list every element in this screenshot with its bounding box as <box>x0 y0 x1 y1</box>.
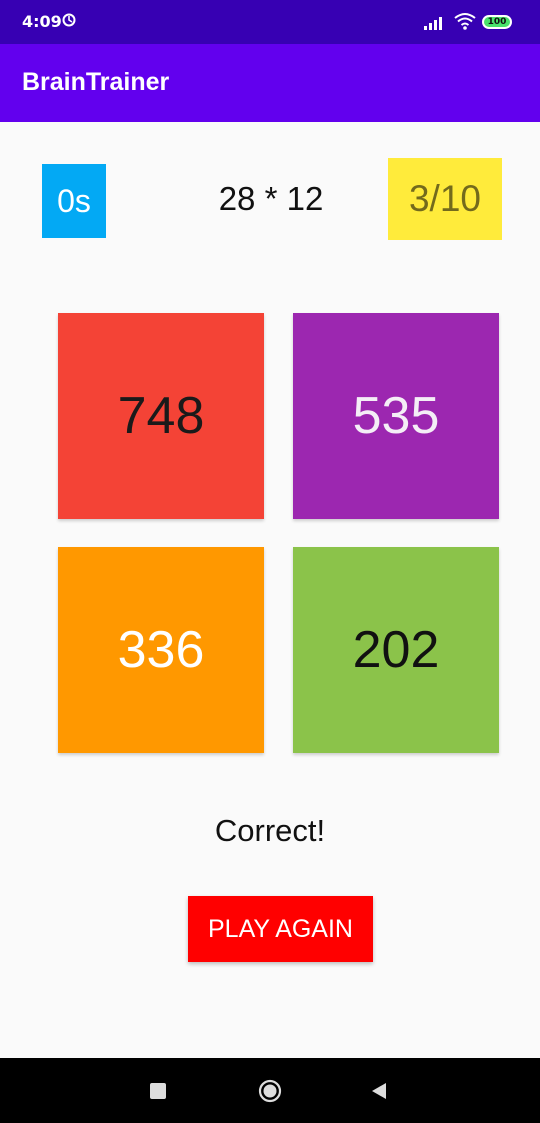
home-icon[interactable] <box>258 1079 282 1103</box>
timer-display: 0s <box>42 164 106 238</box>
answer-button-2[interactable]: 535 <box>293 313 499 519</box>
app-title: BrainTrainer <box>22 68 170 96</box>
answer-button-1[interactable]: 748 <box>58 313 264 519</box>
answer-button-3[interactable]: 336 <box>58 547 264 753</box>
signal-icon <box>424 17 442 30</box>
navigation-bar <box>0 1058 540 1123</box>
answer-button-4[interactable]: 202 <box>293 547 499 753</box>
recent-apps-icon[interactable] <box>150 1083 166 1099</box>
score-display: 3/10 <box>388 158 502 240</box>
wifi-icon <box>454 13 476 30</box>
back-icon[interactable] <box>370 1081 388 1101</box>
play-again-button[interactable]: PLAY AGAIN <box>188 896 373 962</box>
result-text: Correct! <box>214 813 326 848</box>
app-bar: BrainTrainer <box>0 44 540 122</box>
status-time: 4:09 <box>22 12 62 31</box>
question-text: 28 * 12 <box>218 180 324 217</box>
battery-icon: 100 <box>482 15 512 29</box>
sync-icon <box>62 13 76 27</box>
status-bar: 4:09 100 <box>0 0 540 44</box>
